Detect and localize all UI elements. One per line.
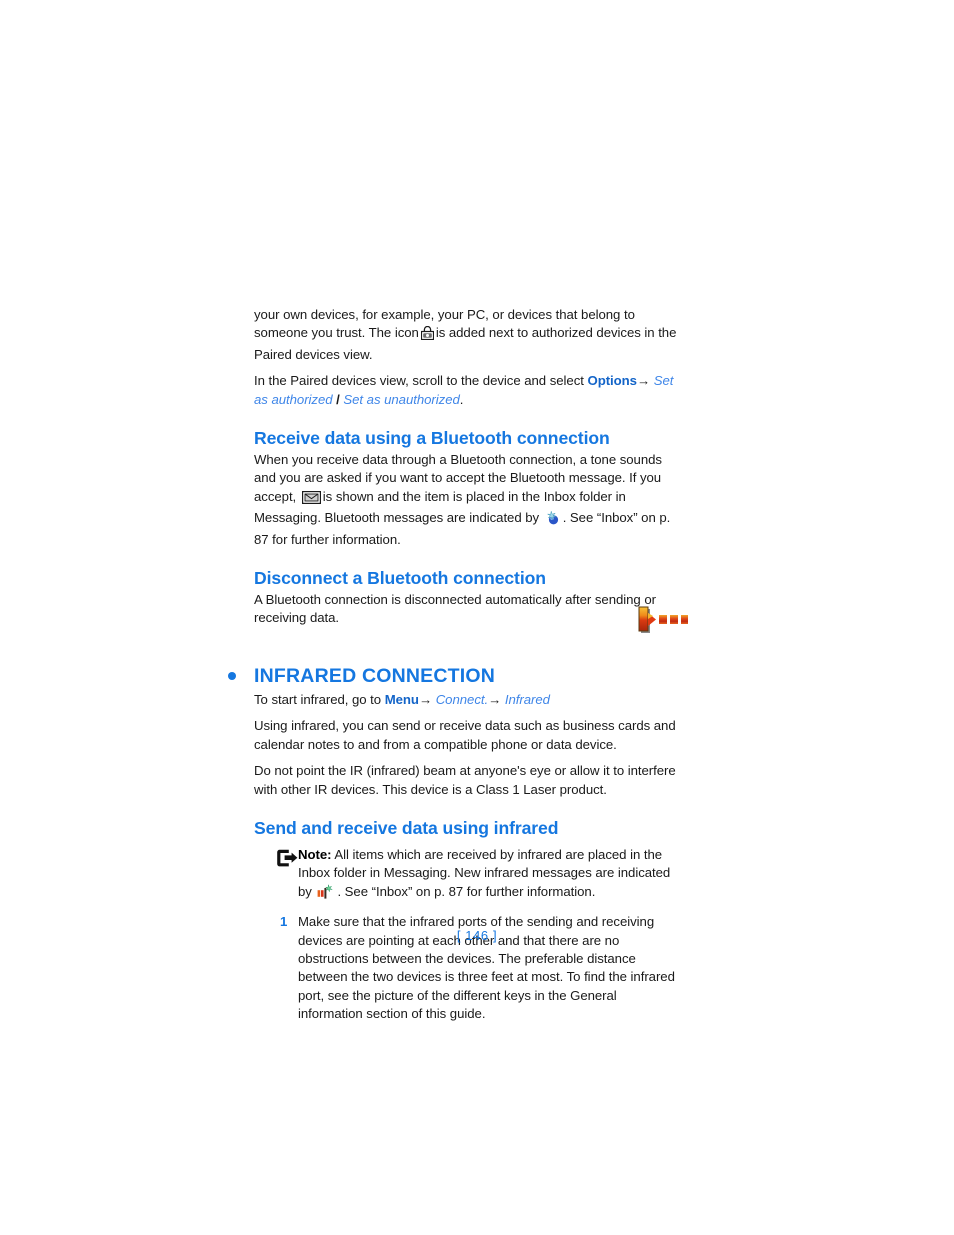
paragraph-start-infrared-path: To start infrared, go to Menu→ Connect.→… xyxy=(254,691,684,709)
connect-reference[interactable]: Connect. xyxy=(436,692,488,707)
note-block: Note: All items which are received by in… xyxy=(254,846,684,904)
paragraph-set-authorized-path: In the Paired devices view, scroll to th… xyxy=(254,372,684,409)
menu-reference[interactable]: Menu xyxy=(385,692,419,707)
paragraph-text: To start infrared, go to xyxy=(254,691,382,707)
heading-send-receive-wrap: Send and receive data using infrared xyxy=(254,816,684,840)
paragraph-text: In the Paired devices view, scroll to th… xyxy=(254,373,584,389)
section-bullet-icon xyxy=(228,672,236,681)
note-arrow-icon xyxy=(276,849,298,867)
options-menu-reference[interactable]: Options xyxy=(587,373,637,388)
padlock-icon xyxy=(420,326,434,345)
paragraph-disconnect: A Bluetooth connection is disconnected a… xyxy=(254,592,656,626)
period: . xyxy=(459,391,464,407)
document-page: your own devices, for example, your PC, … xyxy=(0,0,954,1235)
paragraph-infrared-warning: Do not point the IR (infrared) beam at a… xyxy=(254,763,676,797)
section-title-infrared: INFRARED CONNECTION xyxy=(254,664,496,687)
paragraph-receive-data: When you receive data through a Bluetoot… xyxy=(254,451,684,549)
arrow-glyph: → xyxy=(636,373,651,389)
set-as-unauthorized-reference[interactable]: Set as unauthorized xyxy=(343,392,459,407)
heading-receive-data-wrap: Receive data using a Bluetooth connectio… xyxy=(254,426,684,450)
arrow-glyph-2: → xyxy=(488,691,502,707)
note-paragraph: Note: All items which are received by in… xyxy=(298,846,684,904)
infrared-reference[interactable]: Infrared xyxy=(505,692,550,707)
paragraph-authorized-devices: your own devices, for example, your PC, … xyxy=(254,306,684,364)
note-text-2: . See “Inbox” on p. 87 for further infor… xyxy=(337,883,596,899)
arrow-glyph-1: → xyxy=(418,691,433,707)
note-label: Note: xyxy=(298,846,332,862)
page-number: [ 146 ] xyxy=(456,928,498,943)
paragraph-infrared-usage: Using infrared, you can send or receive … xyxy=(254,718,676,752)
bluetooth-message-icon xyxy=(545,510,561,530)
infrared-message-icon xyxy=(317,884,335,904)
envelope-icon xyxy=(301,490,321,509)
heading-send-receive: Send and receive data using infrared xyxy=(254,817,559,838)
heading-receive-data: Receive data using a Bluetooth connectio… xyxy=(254,428,610,449)
section-infrared-connection: INFRARED CONNECTION xyxy=(228,664,684,689)
option-separator: / xyxy=(336,391,340,407)
heading-disconnect: Disconnect a Bluetooth connection xyxy=(254,568,546,589)
heading-disconnect-wrap: Disconnect a Bluetooth connection xyxy=(254,566,684,590)
page-content: your own devices, for example, your PC, … xyxy=(228,306,684,1024)
